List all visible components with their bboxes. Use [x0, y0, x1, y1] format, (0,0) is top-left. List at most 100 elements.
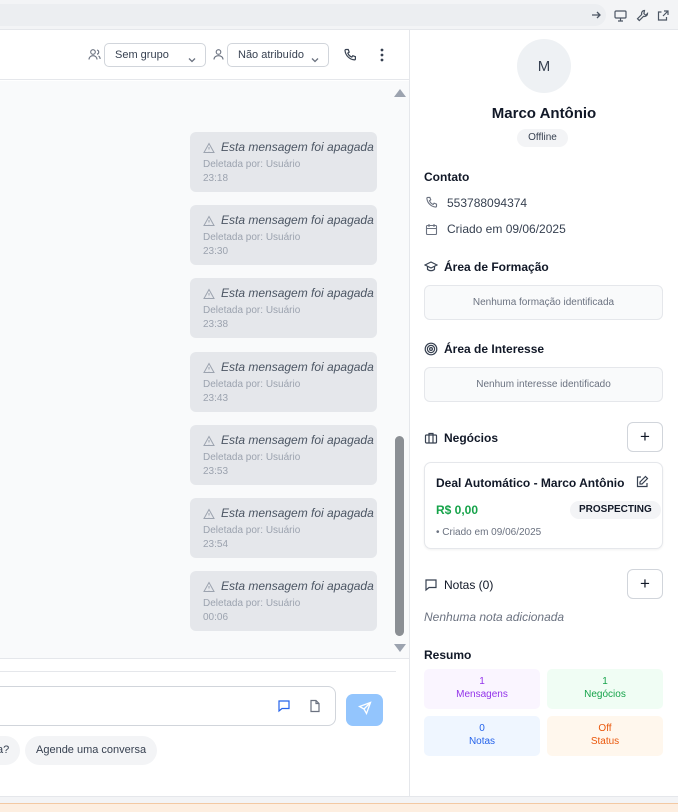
- message-text: Esta mensagem foi apagada: [221, 433, 374, 447]
- deleted-by: Deletada por: Usuário: [203, 598, 301, 609]
- message-square-icon[interactable]: [276, 698, 292, 714]
- scrollbar[interactable]: [392, 87, 406, 657]
- stat-notes: 0 Notas: [424, 716, 540, 756]
- warning-icon: [203, 507, 215, 519]
- chevron-down-icon: [187, 51, 197, 63]
- deleted-by: Deletada por: Usuário: [203, 525, 301, 536]
- send-button[interactable]: [346, 694, 383, 726]
- deleted-message-bubble: Esta mensagem foi apagada Deletada por: …: [190, 132, 377, 192]
- deleted-message-bubble: Esta mensagem foi apagada Deletada por: …: [190, 352, 377, 412]
- phone-icon: [425, 196, 438, 209]
- deleted-message-bubble: Esta mensagem foi apagada Deletada por: …: [190, 571, 377, 631]
- scrollbar-thumb[interactable]: [395, 436, 404, 636]
- suggestion-chip[interactable]: a?: [0, 736, 21, 765]
- chat-header: Sem grupo Não atribuído: [0, 30, 409, 80]
- message-text: Esta mensagem foi apagada: [221, 213, 374, 227]
- stat-label: Status: [590, 736, 620, 747]
- deal-value: R$ 0,00: [436, 503, 479, 517]
- deleted-by: Deletada por: Usuário: [203, 379, 301, 390]
- arrow-right-icon[interactable]: [588, 7, 604, 23]
- users-icon: [88, 48, 102, 62]
- target-icon: [424, 342, 438, 356]
- browser-toolbar: [0, 0, 678, 30]
- scroll-up-arrow[interactable]: [394, 89, 406, 97]
- deleted-by: Deletada por: Usuário: [203, 452, 301, 463]
- stat-value: 1: [479, 676, 485, 687]
- file-icon[interactable]: [307, 698, 323, 714]
- divider: [0, 658, 409, 659]
- divider: [0, 671, 396, 672]
- deal-title: Deal Automático - Marco Antônio: [436, 476, 625, 490]
- stat-label: Negócios: [584, 689, 626, 700]
- message-text: Esta mensagem foi apagada: [221, 506, 374, 520]
- contact-name: Marco Antônio: [491, 105, 597, 122]
- calendar-icon: [425, 223, 438, 236]
- warning-icon: [203, 361, 215, 373]
- bottom-strip: [0, 796, 678, 812]
- message-time: 23:43: [203, 393, 229, 404]
- graduation-cap-icon: [423, 260, 439, 274]
- message-text: Esta mensagem foi apagada: [221, 579, 374, 593]
- stat-value: Off: [598, 723, 612, 734]
- section-title-summary: Resumo: [424, 648, 472, 662]
- interest-empty-state: Nenhum interesse identificado: [424, 367, 663, 402]
- add-deal-button[interactable]: +: [627, 422, 663, 452]
- contact-phone: 553788094374: [447, 196, 528, 210]
- stat-deals: 1 Negócios: [547, 669, 663, 709]
- chevron-down-icon: [310, 51, 320, 63]
- deleted-message-bubble: Esta mensagem foi apagada Deletada por: …: [190, 498, 377, 558]
- message-square-icon: [424, 578, 438, 592]
- section-title-notes: Notas (0): [444, 578, 494, 592]
- send-icon: [357, 700, 372, 720]
- deal-created: • Criado em 09/06/2025: [436, 527, 542, 538]
- stat-status: Off Status: [547, 716, 663, 756]
- formation-empty-state: Nenhuma formação identificada: [424, 285, 663, 320]
- section-title-contact: Contato: [424, 170, 470, 184]
- suggestion-chip[interactable]: Agende uma conversa: [25, 736, 158, 765]
- user-icon: [212, 48, 226, 62]
- warning-icon: [203, 434, 215, 446]
- contact-sidebar: M Marco Antônio Offline Contato 55378809…: [410, 30, 678, 796]
- avatar: M: [517, 39, 571, 93]
- deleted-message-bubble: Esta mensagem foi apagada Deletada por: …: [190, 278, 377, 338]
- group-select-value: Sem grupo: [115, 49, 169, 61]
- stat-label: Mensagens: [456, 689, 508, 700]
- assignee-select[interactable]: Não atribuído: [227, 43, 329, 67]
- chat-panel: Sem grupo Não atribuído Esta mensagem fo…: [0, 30, 410, 796]
- edit-icon[interactable]: [635, 475, 649, 489]
- stat-messages: 1 Mensagens: [424, 669, 540, 709]
- warning-icon: [203, 141, 215, 153]
- group-select[interactable]: Sem grupo: [104, 43, 206, 67]
- section-title-interest: Área de Interesse: [444, 342, 545, 356]
- message-time: 23:53: [203, 466, 229, 477]
- scroll-down-arrow[interactable]: [394, 644, 406, 652]
- message-text: Esta mensagem foi apagada: [221, 360, 374, 374]
- status-badge: Offline: [517, 129, 568, 147]
- assignee-select-value: Não atribuído: [238, 49, 305, 61]
- message-list[interactable]: Esta mensagem foi apagada Deletada por: …: [0, 81, 409, 659]
- contact-created: Criado em 09/06/2025: [447, 222, 566, 236]
- wrench-icon[interactable]: [634, 7, 650, 23]
- message-text: Esta mensagem foi apagada: [221, 140, 374, 154]
- monitor-icon[interactable]: [612, 7, 628, 23]
- briefcase-icon: [424, 431, 438, 445]
- deleted-by: Deletada por: Usuário: [203, 305, 301, 316]
- message-time: 23:18: [203, 173, 229, 184]
- message-text: Esta mensagem foi apagada: [221, 286, 374, 300]
- section-title-formation: Área de Formação: [444, 260, 549, 274]
- message-time: 00:06: [203, 612, 229, 623]
- external-link-icon[interactable]: [655, 7, 671, 23]
- warning-icon: [203, 287, 215, 299]
- address-bar[interactable]: [0, 4, 606, 26]
- deleted-by: Deletada por: Usuário: [203, 232, 301, 243]
- add-note-button[interactable]: +: [627, 569, 663, 599]
- message-time: 23:38: [203, 319, 229, 330]
- phone-call-button[interactable]: [340, 45, 360, 65]
- stat-value: 0: [479, 723, 485, 734]
- deleted-message-bubble: Esta mensagem foi apagada Deletada por: …: [190, 205, 377, 265]
- stat-label: Notas: [468, 736, 496, 747]
- section-title-deals: Negócios: [444, 431, 499, 445]
- deal-card[interactable]: Deal Automático - Marco Antônio R$ 0,00 …: [424, 462, 663, 549]
- message-time: 23:54: [203, 539, 229, 550]
- more-options-button[interactable]: [372, 45, 392, 65]
